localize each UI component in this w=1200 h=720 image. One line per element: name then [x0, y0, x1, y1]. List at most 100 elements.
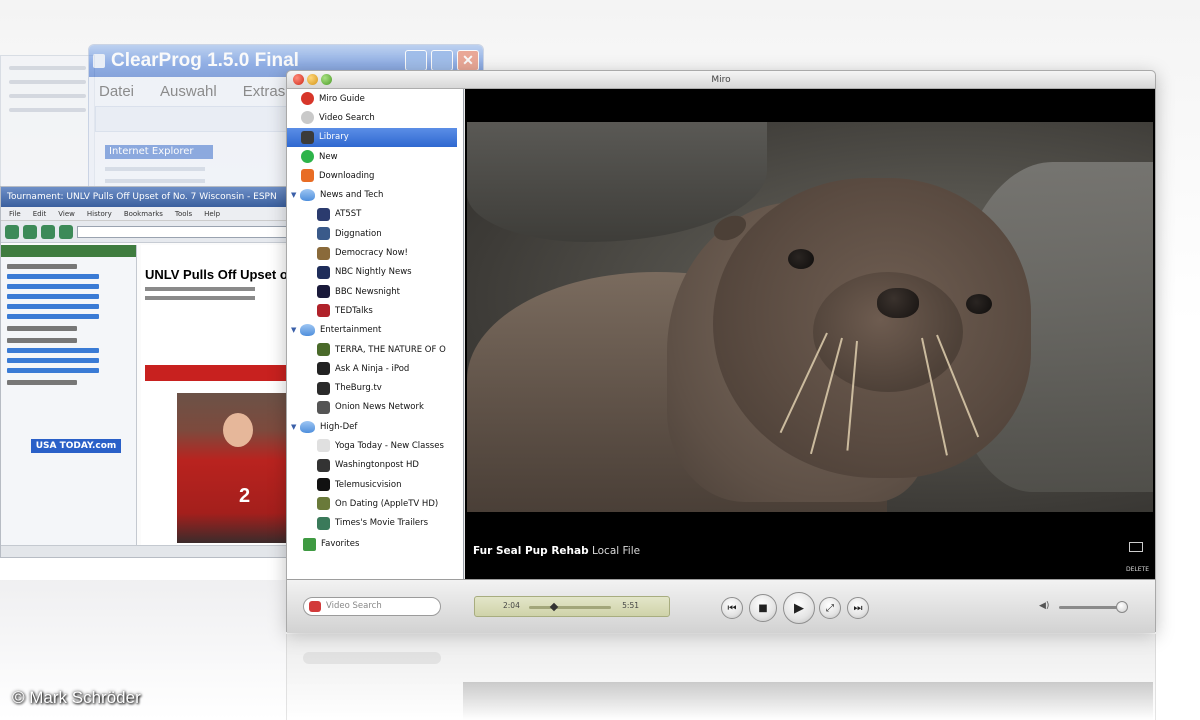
channel-item[interactable]: NBC Nightly News [287, 263, 463, 282]
article-headline: UNLV Pulls Off Upset of No. 7 [145, 267, 291, 282]
channel-item[interactable]: Washingtonpost HD [287, 456, 463, 475]
sidebar-section-high-def[interactable]: ▼ High-Def [287, 417, 463, 436]
magnifier-icon [301, 111, 314, 125]
channel-item[interactable]: Democracy Now! [287, 243, 463, 262]
disclosure-triangle-icon[interactable]: ▼ [291, 423, 300, 431]
minimize-button[interactable] [405, 50, 427, 71]
sidebar-item-favorites[interactable]: Favorites [287, 535, 463, 554]
previous-button[interactable]: ⏮ [721, 597, 743, 619]
next-button[interactable]: ⏭ [847, 597, 869, 619]
sidebar-link[interactable] [7, 348, 99, 353]
channel-label: Yoga Today - New Classes [335, 440, 444, 451]
back-icon[interactable] [5, 224, 19, 239]
video-search-input[interactable]: Video Search [303, 597, 441, 616]
search-engine-icon[interactable] [309, 601, 321, 612]
channel-thumbnail-icon [317, 265, 330, 279]
address-bar[interactable] [77, 225, 287, 238]
browser-menu-item[interactable]: File [9, 210, 21, 218]
fullscreen-icon[interactable] [1129, 542, 1143, 552]
channel-item[interactable]: Times's Movie Trailers [287, 514, 463, 533]
channel-item[interactable]: AT5ST [287, 205, 463, 224]
browser-menu-item[interactable]: View [58, 210, 75, 218]
video-frame[interactable] [467, 122, 1153, 512]
channel-item[interactable]: Ask A Ninja - iPod [287, 359, 463, 378]
progress-scrubber[interactable] [549, 602, 559, 612]
menu-extras[interactable]: Extras [243, 83, 286, 100]
channel-label: Telemusicvision [335, 479, 402, 490]
clearprog-selected-item[interactable]: Internet Explorer [105, 145, 213, 159]
elapsed-time: 2:04 [503, 601, 520, 610]
video-title: Fur Seal Pup Rehab [473, 545, 589, 557]
progress-track[interactable] [529, 606, 611, 609]
sidebar-link[interactable] [7, 284, 99, 289]
video-player[interactable]: Fur Seal Pup Rehab Local File DELETE [465, 89, 1155, 579]
sidebar-item-new[interactable]: New [287, 147, 463, 166]
channel-item[interactable]: TheBurg.tv [287, 378, 463, 397]
browser-menu-item[interactable]: Edit [33, 210, 47, 218]
channel-label: TheBurg.tv [335, 383, 382, 394]
stop-button[interactable]: ■ [749, 594, 777, 622]
disclosure-triangle-icon[interactable]: ▼ [291, 326, 300, 334]
channel-item[interactable]: TEDTalks [287, 301, 463, 320]
channel-item[interactable]: Onion News Network [287, 398, 463, 417]
channel-label: Times's Movie Trailers [335, 518, 429, 529]
channel-label: Ask A Ninja - iPod [335, 363, 410, 374]
sidebar-item-library[interactable]: Library [287, 127, 457, 147]
close-icon[interactable]: ✕ [457, 50, 479, 71]
home-icon[interactable] [59, 224, 73, 239]
sidebar-item-video-search[interactable]: Video Search [287, 108, 463, 127]
play-button[interactable]: ▶ [783, 592, 815, 624]
channel-item[interactable]: On Dating (AppleTV HD) [287, 494, 463, 513]
channel-item[interactable]: BBC Newsnight [287, 282, 463, 301]
browser-menu-item[interactable]: History [87, 210, 112, 218]
sidebar-link[interactable] [7, 368, 99, 373]
volume-knob[interactable] [1115, 601, 1128, 613]
usatoday-badge[interactable]: USA TODAY.com [31, 439, 121, 453]
channel-item[interactable]: Yoga Today - New Classes [287, 436, 463, 455]
section-label: Entertainment [320, 325, 382, 336]
sidebar-item-label: New [319, 151, 338, 162]
browser-menu-item[interactable]: Bookmarks [124, 210, 163, 218]
sidebar-link[interactable] [7, 304, 99, 309]
sidebar-section-entertainment[interactable]: ▼ Entertainment [287, 321, 463, 340]
channel-thumbnail-icon [317, 497, 330, 511]
channel-thumbnail-icon [317, 343, 330, 356]
sidebar-link[interactable] [7, 314, 99, 319]
zoom-icon[interactable] [321, 74, 332, 85]
delete-button[interactable]: DELETE [1126, 566, 1149, 573]
sidebar-item-miro-guide[interactable]: Miro Guide [287, 89, 463, 108]
miro-guide-icon [301, 92, 314, 106]
maximize-button[interactable] [431, 50, 453, 71]
fullscreen-button[interactable]: ⤢ [819, 597, 841, 619]
channel-item[interactable]: TERRA, THE NATURE OF O [287, 340, 463, 359]
channel-item[interactable]: Telemusicvision [287, 475, 463, 494]
browser-sidebar [1, 245, 137, 545]
section-label: High-Def [320, 421, 358, 432]
background-window-left [0, 55, 95, 190]
menu-auswahl[interactable]: Auswahl [160, 83, 217, 100]
sidebar-link[interactable] [7, 274, 99, 279]
app-icon [93, 54, 105, 68]
channel-label: Washingtonpost HD [335, 460, 419, 471]
sidebar-label [7, 264, 77, 269]
folder-icon [300, 420, 315, 433]
minimize-icon[interactable] [307, 74, 318, 85]
close-icon[interactable] [293, 74, 304, 85]
disclosure-triangle-icon[interactable]: ▼ [291, 191, 300, 199]
sidebar-section-news-and-tech[interactable]: ▼ News and Tech [287, 185, 463, 204]
browser-menu-item[interactable]: Tools [175, 210, 192, 218]
remaining-time: 5:51 [622, 601, 639, 610]
favorites-icon [303, 537, 316, 551]
sidebar-link[interactable] [7, 294, 99, 299]
channel-item[interactable]: Diggnation [287, 224, 463, 243]
sidebar-item-downloading[interactable]: Downloading [287, 166, 463, 185]
reload-icon[interactable] [41, 224, 55, 239]
browser-menu-item[interactable]: Help [204, 210, 220, 218]
player-head [223, 413, 253, 447]
forward-icon[interactable] [23, 224, 37, 239]
menu-datei[interactable]: Datei [99, 83, 134, 100]
reflection-video [463, 682, 1153, 720]
jersey-number: 2 [239, 485, 251, 507]
sidebar-link[interactable] [7, 358, 99, 363]
seal-eye [788, 249, 814, 269]
